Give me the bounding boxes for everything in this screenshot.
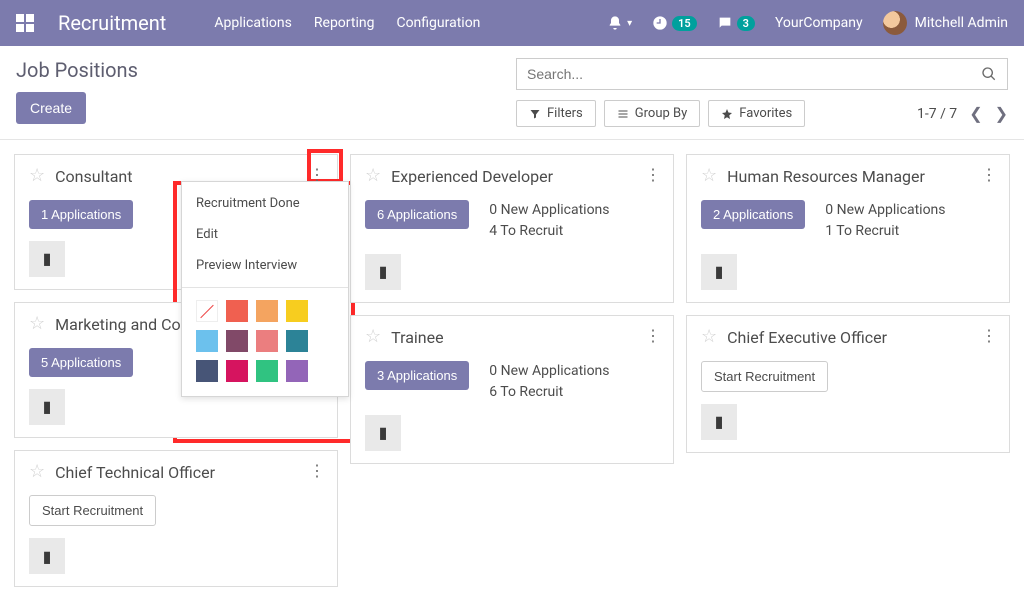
applications-button[interactable]: 1 Applications	[29, 200, 133, 229]
activities-icon[interactable]: 15	[652, 15, 697, 31]
page-title: Job Positions	[16, 58, 496, 82]
kebab-icon[interactable]: ⋮	[309, 463, 325, 479]
kebab-icon[interactable]: ⋮	[645, 167, 661, 183]
pager: 1-7 / 7 ❮ ❯	[917, 104, 1008, 123]
star-icon[interactable]: ☆	[365, 167, 381, 185]
card-meta: 0 New Applications 4 To Recruit	[489, 200, 609, 242]
kebab-icon[interactable]: ⋮	[645, 328, 661, 344]
kanban-board: ☆ Consultant ⋮ 1 Applications ▮ Recruitm…	[0, 140, 1024, 601]
nav-reporting[interactable]: Reporting	[314, 15, 375, 31]
messages-icon[interactable]: 3	[717, 15, 755, 31]
notifications-icon[interactable]: ▾	[607, 15, 632, 31]
color-swatch[interactable]	[196, 330, 218, 352]
attachment-icon[interactable]: ▮	[701, 404, 737, 440]
group-by-button[interactable]: Group By	[604, 100, 701, 127]
card-meta: 0 New Applications 6 To Recruit	[489, 361, 609, 403]
job-card[interactable]: ☆ Consultant ⋮ 1 Applications ▮ Recruitm…	[14, 154, 338, 290]
applications-button[interactable]: 3 Applications	[365, 361, 469, 390]
star-icon[interactable]: ☆	[701, 167, 717, 185]
attachment-icon[interactable]: ▮	[29, 538, 65, 574]
color-swatch[interactable]	[286, 360, 308, 382]
attachment-icon[interactable]: ▮	[365, 254, 401, 290]
module-name: Recruitment	[58, 11, 166, 35]
attachment-icon[interactable]: ▮	[365, 415, 401, 451]
nav-configuration[interactable]: Configuration	[396, 15, 480, 31]
star-icon[interactable]: ☆	[29, 463, 45, 481]
user-name: Mitchell Admin	[915, 15, 1008, 31]
attachment-icon[interactable]: ▮	[701, 254, 737, 290]
applications-button[interactable]: 2 Applications	[701, 200, 805, 229]
job-card[interactable]: ☆ Trainee ⋮ 3 Applications 0 New Applica…	[350, 315, 674, 464]
menu-preview-interview[interactable]: Preview Interview	[182, 250, 348, 281]
nav-applications[interactable]: Applications	[214, 15, 292, 31]
card-context-menu: Recruitment Done Edit Preview Interview	[181, 181, 349, 397]
attachment-icon[interactable]: ▮	[29, 389, 65, 425]
start-recruitment-button[interactable]: Start Recruitment	[29, 495, 156, 526]
job-card[interactable]: ☆ Chief Executive Officer ⋮ Start Recrui…	[686, 315, 1010, 453]
top-nav: Applications Reporting Configuration	[214, 15, 480, 31]
pager-next[interactable]: ❯	[995, 104, 1008, 123]
star-icon[interactable]: ☆	[701, 328, 717, 346]
avatar	[883, 11, 907, 35]
menu-edit[interactable]: Edit	[182, 219, 348, 250]
kebab-icon[interactable]: ⋮	[981, 328, 997, 344]
color-swatch[interactable]	[256, 360, 278, 382]
favorites-button[interactable]: Favorites	[708, 100, 805, 127]
color-swatch[interactable]	[286, 330, 308, 352]
create-button[interactable]: Create	[16, 92, 86, 124]
menu-recruitment-done[interactable]: Recruitment Done	[182, 188, 348, 219]
job-card[interactable]: ☆ Chief Technical Officer ⋮ Start Recrui…	[14, 450, 338, 588]
applications-button[interactable]: 6 Applications	[365, 200, 469, 229]
messages-count: 3	[737, 16, 755, 31]
color-swatch[interactable]	[226, 300, 248, 322]
color-swatch[interactable]	[256, 330, 278, 352]
card-title: Human Resources Manager	[727, 167, 995, 188]
color-picker	[182, 294, 348, 396]
star-icon[interactable]: ☆	[29, 167, 45, 185]
card-title: Trainee	[391, 328, 659, 349]
attachment-icon[interactable]: ▮	[29, 241, 65, 277]
color-swatch[interactable]	[286, 300, 308, 322]
card-title: Experienced Developer	[391, 167, 659, 188]
filters-button[interactable]: Filters	[516, 100, 596, 127]
search-icon[interactable]	[981, 66, 997, 82]
star-icon[interactable]: ☆	[29, 315, 45, 333]
search-input-wrap[interactable]	[516, 58, 1008, 90]
color-swatch[interactable]	[226, 360, 248, 382]
activities-count: 15	[672, 16, 697, 31]
user-menu[interactable]: Mitchell Admin	[883, 11, 1008, 35]
control-bar: Job Positions Create Filters Group By Fa…	[0, 46, 1024, 127]
job-card[interactable]: ☆ Human Resources Manager ⋮ 2 Applicatio…	[686, 154, 1010, 303]
job-card[interactable]: ☆ Experienced Developer ⋮ 6 Applications…	[350, 154, 674, 303]
card-title: Chief Executive Officer	[727, 328, 995, 349]
apps-icon[interactable]	[16, 14, 34, 32]
start-recruitment-button[interactable]: Start Recruitment	[701, 361, 828, 392]
search-input[interactable]	[527, 66, 981, 82]
color-swatch[interactable]	[256, 300, 278, 322]
color-swatch[interactable]	[196, 300, 218, 322]
pager-text: 1-7 / 7	[917, 106, 957, 122]
color-swatch[interactable]	[196, 360, 218, 382]
company-switcher[interactable]: YourCompany	[775, 15, 863, 31]
star-icon[interactable]: ☆	[365, 328, 381, 346]
card-meta: 0 New Applications 1 To Recruit	[825, 200, 945, 242]
topbar: Recruitment Applications Reporting Confi…	[0, 0, 1024, 46]
color-swatch[interactable]	[226, 330, 248, 352]
card-title: Chief Technical Officer	[55, 463, 323, 484]
pager-prev[interactable]: ❮	[969, 104, 982, 123]
kebab-icon[interactable]: ⋮	[981, 167, 997, 183]
applications-button[interactable]: 5 Applications	[29, 348, 133, 377]
